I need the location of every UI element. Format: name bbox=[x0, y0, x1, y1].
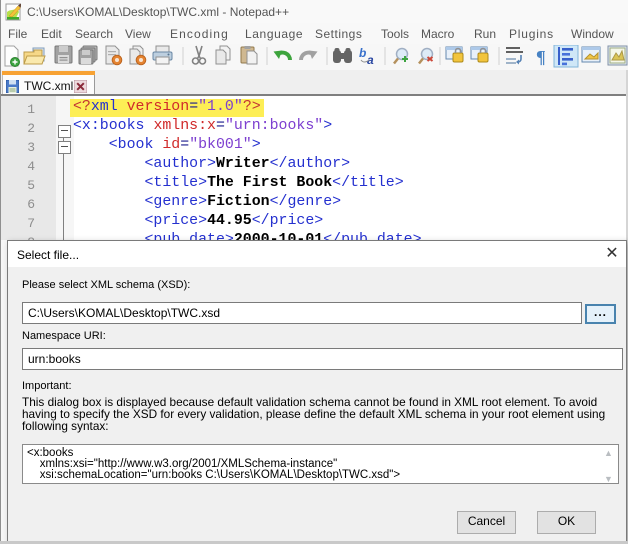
svg-text:b: b bbox=[359, 46, 366, 60]
svg-text:a: a bbox=[367, 53, 374, 67]
svg-text:¶: ¶ bbox=[536, 47, 546, 67]
